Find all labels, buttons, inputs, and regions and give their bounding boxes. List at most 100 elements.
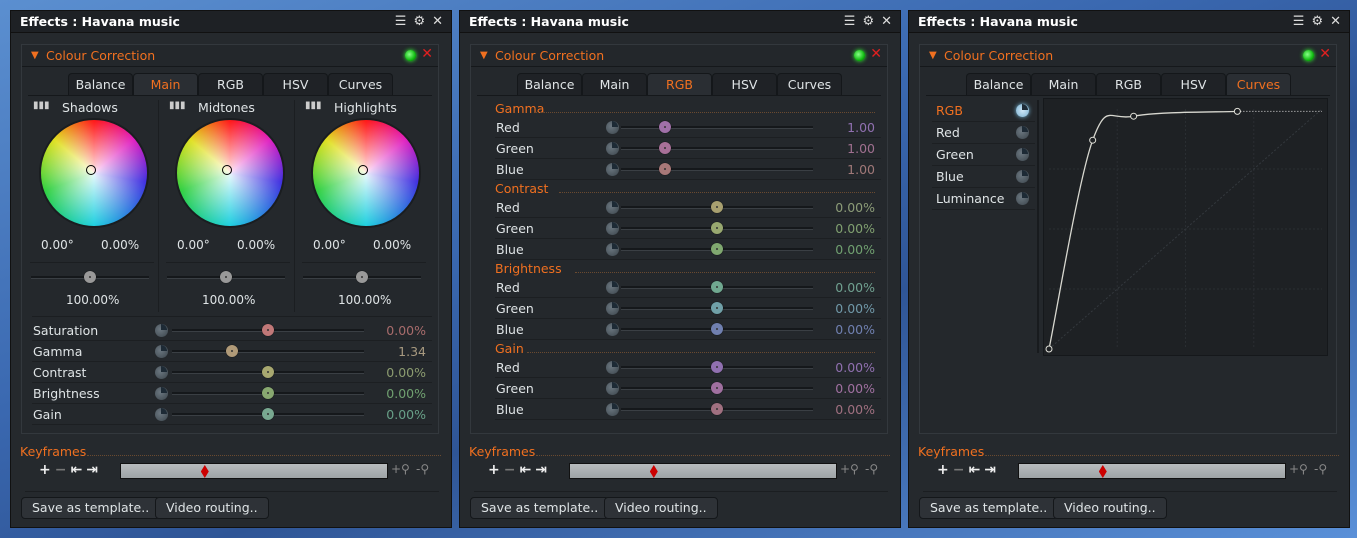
channel-blue[interactable]: Blue	[932, 166, 1035, 188]
reset-icon[interactable]	[606, 142, 619, 155]
slider-knob[interactable]	[659, 142, 672, 154]
channel-red[interactable]: Red	[932, 122, 1035, 144]
reset-icon[interactable]	[606, 281, 619, 294]
tab-hsv[interactable]: HSV	[712, 73, 777, 95]
slider-knob[interactable]	[711, 361, 723, 373]
reset-icon[interactable]	[606, 403, 619, 416]
enabled-led-icon[interactable]	[1303, 50, 1314, 61]
curve-point[interactable]	[1130, 112, 1138, 120]
wheel-handle[interactable]	[222, 165, 232, 175]
slider-knob[interactable]	[262, 408, 274, 420]
sliders-icon[interactable]: ☰	[844, 14, 856, 29]
slider[interactable]	[172, 387, 364, 399]
reset-icon[interactable]	[1016, 148, 1029, 161]
level-slider[interactable]	[303, 271, 421, 283]
next-keyframe-button[interactable]: ⇥	[86, 462, 98, 478]
tab-balance[interactable]: Balance	[517, 73, 582, 95]
video-routing-button[interactable]: Video routing..	[155, 497, 269, 519]
slider-knob[interactable]	[711, 243, 723, 255]
enabled-led-icon[interactable]	[854, 50, 865, 61]
slider-knob[interactable]	[84, 271, 96, 283]
slider[interactable]	[621, 142, 813, 154]
add-keyframe-button[interactable]: +	[488, 462, 500, 478]
playhead-marker[interactable]	[1098, 465, 1107, 478]
curve-point[interactable]	[1233, 107, 1241, 115]
zoom-out-icon[interactable]: -⚲	[1314, 462, 1327, 476]
tab-hsv[interactable]: HSV	[263, 73, 328, 95]
slider-knob[interactable]	[262, 387, 274, 399]
save-as-template-button[interactable]: Save as template..	[470, 497, 610, 519]
remove-effect-icon[interactable]: ✕	[1319, 46, 1331, 62]
slider-knob[interactable]	[711, 302, 723, 314]
video-routing-button[interactable]: Video routing..	[604, 497, 718, 519]
slider-knob[interactable]	[711, 281, 723, 293]
reset-icon[interactable]	[155, 324, 168, 337]
zoom-in-icon[interactable]: +⚲	[840, 462, 859, 476]
reset-icon[interactable]	[155, 408, 168, 421]
save-as-template-button[interactable]: Save as template..	[21, 497, 161, 519]
slider-knob[interactable]	[711, 382, 723, 394]
reset-icon[interactable]	[606, 302, 619, 315]
close-icon[interactable]: ✕	[881, 14, 892, 29]
playhead-marker[interactable]	[649, 465, 658, 478]
remove-effect-icon[interactable]: ✕	[421, 46, 433, 62]
prev-keyframe-button[interactable]: ⇤	[519, 462, 531, 478]
collapse-triangle-icon[interactable]: ▼	[929, 50, 937, 61]
reset-icon[interactable]	[606, 222, 619, 235]
collapse-triangle-icon[interactable]: ▼	[31, 50, 39, 61]
slider[interactable]	[621, 222, 813, 234]
slider[interactable]	[621, 302, 813, 314]
slider[interactable]	[621, 243, 813, 255]
next-keyframe-button[interactable]: ⇥	[535, 462, 547, 478]
curve-point[interactable]	[1045, 345, 1053, 353]
section-header[interactable]: ▼ Colour Correction ✕	[920, 45, 1336, 67]
slider[interactable]	[621, 361, 813, 373]
curve-point[interactable]	[1089, 136, 1097, 144]
tab-main[interactable]: Main	[582, 73, 647, 95]
reset-icon[interactable]	[606, 361, 619, 374]
close-icon[interactable]: ✕	[432, 14, 443, 29]
slider-knob[interactable]	[262, 366, 274, 378]
tab-hsv[interactable]: HSV	[1161, 73, 1226, 95]
section-header[interactable]: ▼ Colour Correction ✕	[22, 45, 438, 67]
channel-green[interactable]: Green	[932, 144, 1035, 166]
reset-icon[interactable]	[1016, 104, 1029, 117]
reset-icon[interactable]	[606, 243, 619, 256]
curve-graph[interactable]	[1043, 98, 1328, 356]
tab-rgb[interactable]: RGB	[647, 73, 712, 95]
reset-icon[interactable]	[606, 201, 619, 214]
keyframe-timeline[interactable]	[120, 463, 388, 479]
tab-balance[interactable]: Balance	[966, 73, 1031, 95]
level-slider[interactable]	[31, 271, 149, 283]
tab-curves[interactable]: Curves	[328, 73, 393, 95]
color-wheel[interactable]	[39, 118, 149, 228]
slider[interactable]	[621, 121, 813, 133]
tab-main[interactable]: Main	[133, 73, 198, 95]
tab-curves[interactable]: Curves	[777, 73, 842, 95]
remove-keyframe-button[interactable]: −	[55, 462, 67, 478]
video-routing-button[interactable]: Video routing..	[1053, 497, 1167, 519]
section-header[interactable]: ▼ Colour Correction ✕	[471, 45, 887, 67]
wheel-handle[interactable]	[358, 165, 368, 175]
remove-effect-icon[interactable]: ✕	[870, 46, 882, 62]
reset-icon[interactable]	[606, 323, 619, 336]
close-icon[interactable]: ✕	[1330, 14, 1341, 29]
slider-knob[interactable]	[659, 163, 672, 175]
tab-rgb[interactable]: RGB	[198, 73, 263, 95]
zoom-out-icon[interactable]: -⚲	[416, 462, 429, 476]
reset-icon[interactable]	[1016, 126, 1029, 139]
reset-icon[interactable]	[1016, 170, 1029, 183]
slider-knob[interactable]	[711, 222, 723, 234]
histogram-icon[interactable]: ▮▮▮	[169, 100, 186, 111]
gears-icon[interactable]: ⚙	[862, 14, 874, 29]
slider-knob[interactable]	[262, 324, 274, 336]
slider-knob[interactable]	[659, 121, 672, 133]
gears-icon[interactable]: ⚙	[1311, 14, 1323, 29]
slider[interactable]	[172, 408, 364, 420]
remove-keyframe-button[interactable]: −	[953, 462, 965, 478]
color-wheel[interactable]	[311, 118, 421, 228]
collapse-triangle-icon[interactable]: ▼	[480, 50, 488, 61]
slider[interactable]	[172, 324, 364, 336]
reset-icon[interactable]	[606, 121, 619, 134]
slider[interactable]	[621, 201, 813, 213]
